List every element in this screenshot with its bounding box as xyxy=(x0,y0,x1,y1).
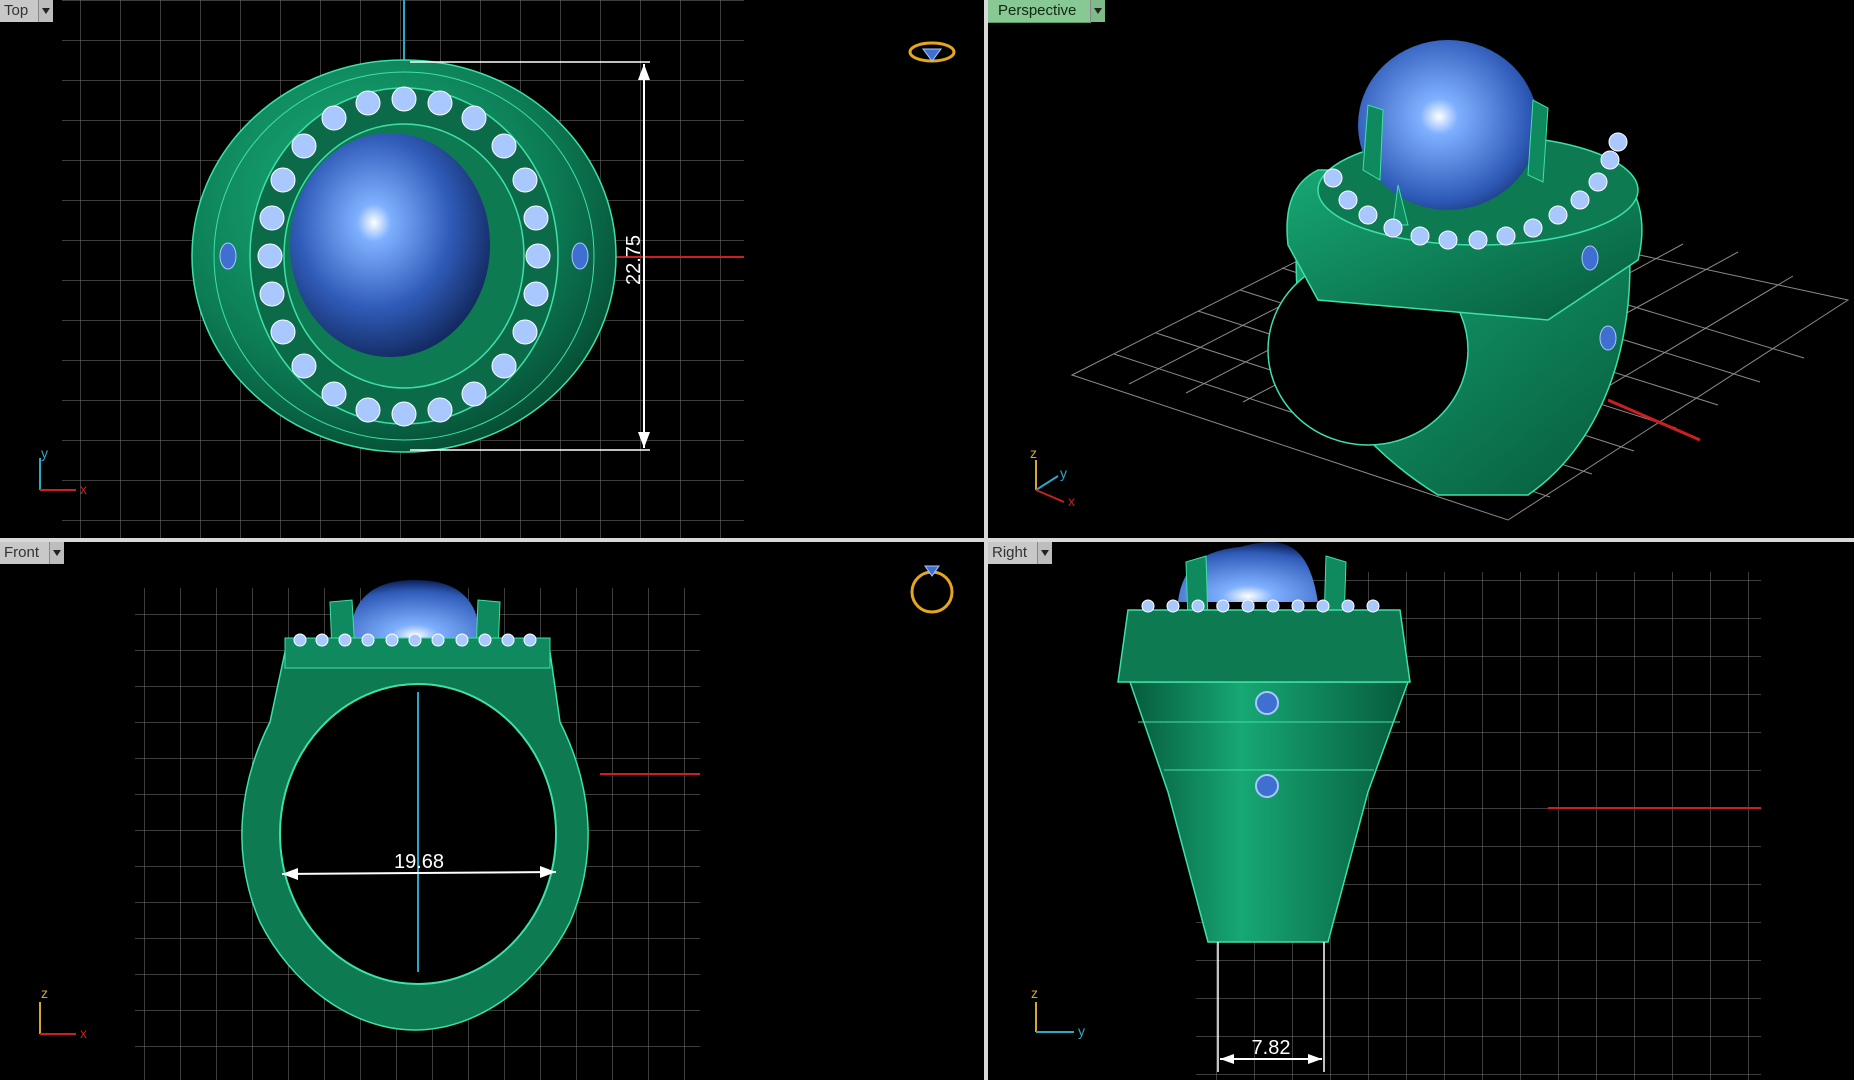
viewport-label-right[interactable]: Right xyxy=(988,542,1038,564)
viewport-label-front[interactable]: Front xyxy=(0,542,50,564)
dimension-label-top: 22.75 xyxy=(623,235,645,285)
axis-label-x: x xyxy=(80,1025,87,1041)
axis-label-y: y xyxy=(41,445,48,461)
center-gem[interactable] xyxy=(1358,40,1538,210)
ring-front-view-icon[interactable] xyxy=(910,565,954,614)
axis-label-y: y xyxy=(1060,465,1067,481)
right-view-canvas[interactable]: 7.82 z y xyxy=(988,542,1854,1080)
axis-label-x: x xyxy=(80,481,87,497)
viewport-label-top[interactable]: Top xyxy=(0,0,39,22)
axis-indicator-front: z x xyxy=(39,985,87,1041)
viewport-perspective[interactable]: Perspective z y x xyxy=(988,0,1854,538)
front-view-canvas[interactable]: 19.68 z x xyxy=(0,542,984,1080)
ring-model-perspective[interactable] xyxy=(1267,40,1643,496)
viewport-tab-perspective[interactable]: Perspective xyxy=(988,0,1106,23)
ring-model-top[interactable] xyxy=(191,59,617,453)
chevron-down-icon[interactable] xyxy=(1037,542,1053,564)
top-view-canvas[interactable]: 22.75 y x xyxy=(0,0,984,538)
axis-label-y: y xyxy=(1078,1023,1085,1039)
x-axis-line xyxy=(1607,398,1701,442)
chevron-down-icon[interactable] xyxy=(1090,0,1106,22)
viewport-label-perspective[interactable]: Perspective xyxy=(988,0,1092,23)
chevron-down-icon[interactable] xyxy=(49,542,65,564)
chevron-down-icon[interactable] xyxy=(38,0,54,22)
ring-model-front[interactable] xyxy=(241,580,589,1031)
axis-label-x: x xyxy=(1068,493,1075,509)
viewport-top[interactable]: Top 22.75 y x xyxy=(0,0,984,538)
viewport-tab-front[interactable]: Front xyxy=(0,542,65,564)
viewport-tab-top[interactable]: Top xyxy=(0,0,54,22)
viewport-right[interactable]: Right 7.82 z y xyxy=(988,542,1854,1080)
dimension-label-right: 7.82 xyxy=(1252,1037,1291,1059)
center-gem[interactable] xyxy=(290,133,490,357)
axis-label-z: z xyxy=(1031,985,1038,1001)
axis-indicator-perspective: z y x xyxy=(1030,445,1075,509)
dimension-label-front: 19.68 xyxy=(394,851,444,873)
axis-label-z: z xyxy=(41,985,48,1001)
perspective-view-canvas[interactable]: z y x xyxy=(988,0,1854,538)
viewport-tab-right[interactable]: Right xyxy=(988,542,1053,564)
viewport-front[interactable]: Front 19.68 z x xyxy=(0,542,984,1080)
ring-top-view-icon[interactable] xyxy=(908,41,956,63)
axis-label-z: z xyxy=(1030,445,1037,461)
axis-indicator-right: z y xyxy=(1031,985,1085,1039)
